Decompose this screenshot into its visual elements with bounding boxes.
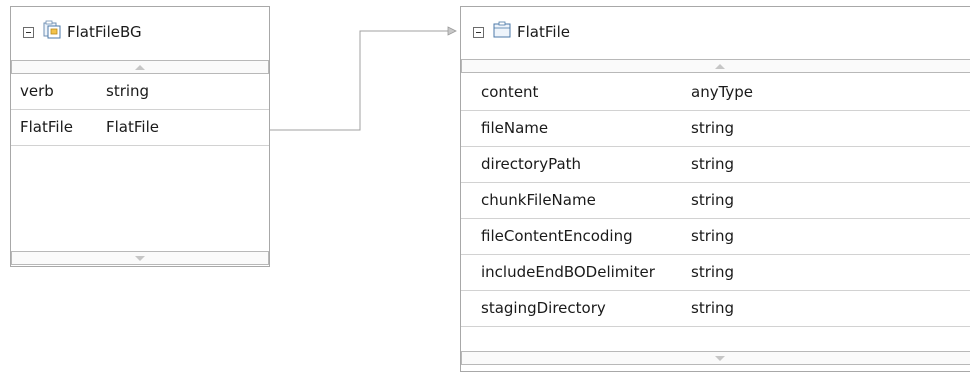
scroll-down-icon: [135, 255, 145, 261]
scroll-up-button[interactable]: [461, 59, 970, 73]
field-row[interactable]: directoryPath string: [461, 147, 970, 183]
field-name: fileName: [481, 119, 549, 137]
field-row[interactable]: includeEndBODelimiter string: [461, 255, 970, 291]
scroll-up-button[interactable]: [11, 60, 269, 74]
field-row[interactable]: verb string: [11, 74, 269, 110]
field-type: string: [691, 299, 735, 317]
field-row[interactable]: FlatFile FlatFile: [11, 110, 269, 146]
collapse-icon[interactable]: [473, 26, 484, 38]
field-row[interactable]: fileName string: [461, 111, 970, 147]
business-object-icon: [492, 20, 512, 44]
scroll-down-button[interactable]: [11, 251, 269, 265]
field-name: content: [481, 83, 539, 101]
collapse-icon[interactable]: [23, 26, 34, 38]
scroll-up-icon: [715, 63, 725, 69]
field-name: FlatFile: [20, 118, 73, 136]
field-name: includeEndBODelimiter: [481, 263, 655, 281]
field-name: fileContentEncoding: [481, 227, 633, 245]
field-type: string: [691, 263, 735, 281]
bo-title: FlatFileBG: [67, 23, 142, 41]
business-graph-icon: [42, 20, 62, 44]
bo-header[interactable]: FlatFile: [461, 7, 970, 57]
field-type: anyType: [691, 83, 754, 101]
business-graph-flatfilebg[interactable]: FlatFileBG verb string FlatFile FlatFile: [10, 6, 270, 267]
field-type: string: [691, 119, 735, 137]
connector-arrowhead-icon: [447, 26, 457, 36]
field-name: verb: [20, 82, 54, 100]
bo-header[interactable]: FlatFileBG: [11, 7, 269, 57]
field-row[interactable]: content anyType: [461, 75, 970, 111]
scroll-down-icon: [715, 355, 725, 361]
field-name: directoryPath: [481, 155, 582, 173]
field-type: string: [691, 227, 735, 245]
field-type: string: [691, 155, 735, 173]
field-type: string: [106, 82, 150, 100]
field-type: string: [691, 191, 735, 209]
business-object-flatfile[interactable]: FlatFile content anyType fileName string…: [460, 6, 970, 372]
field-row[interactable]: fileContentEncoding string: [461, 219, 970, 255]
field-type: FlatFile: [106, 118, 159, 136]
field-name: chunkFileName: [481, 191, 596, 209]
field-name: stagingDirectory: [481, 299, 606, 317]
bo-title: FlatFile: [517, 23, 570, 41]
scroll-down-button[interactable]: [461, 351, 970, 365]
field-row[interactable]: chunkFileName string: [461, 183, 970, 219]
scroll-up-icon: [135, 64, 145, 70]
field-row[interactable]: stagingDirectory string: [461, 291, 970, 327]
